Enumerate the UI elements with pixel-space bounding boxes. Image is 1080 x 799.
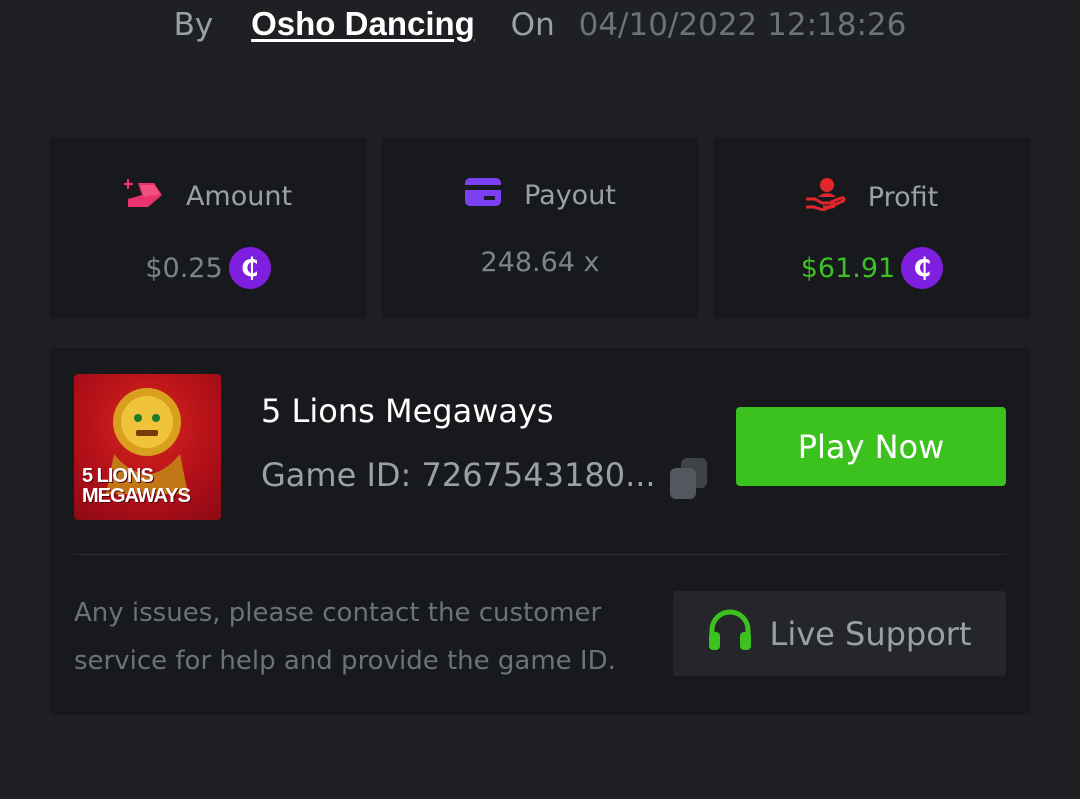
bet-datetime: 04/10/2022 12:18:26 bbox=[578, 7, 907, 43]
username-link[interactable]: Osho Dancing bbox=[251, 5, 475, 42]
profit-card: Profit $61.91 ₵ bbox=[713, 137, 1031, 319]
currency-coin-icon: ₵ bbox=[901, 247, 944, 289]
game-thumbnail[interactable]: 5 LIONS MEGAWAYS bbox=[74, 374, 221, 520]
thumbnail-title-line2: MEGAWAYS bbox=[82, 485, 191, 507]
bet-byline: By Osho Dancing On 04/10/2022 12:18:26 bbox=[0, 2, 1080, 47]
payout-value: 248.64 x bbox=[480, 247, 600, 278]
play-now-button[interactable]: Play Now bbox=[736, 407, 1006, 486]
thumbnail-title-line1: 5 LIONS bbox=[82, 465, 154, 487]
amount-label: Amount bbox=[185, 181, 293, 212]
live-support-label: Live Support bbox=[769, 614, 972, 653]
live-support-button[interactable]: Live Support bbox=[673, 591, 1006, 676]
game-title: 5 Lions Megaways bbox=[261, 392, 554, 430]
profit-value: $61.91 bbox=[800, 252, 896, 284]
game-panel: 5 LIONS MEGAWAYS 5 Lions Megaways Game I… bbox=[49, 348, 1031, 715]
copy-icon[interactable] bbox=[669, 458, 709, 500]
bet-detail-view: By Osho Dancing On 04/10/2022 12:18:26 A… bbox=[0, 0, 1080, 799]
hand-profit-icon bbox=[805, 177, 846, 218]
divider bbox=[74, 554, 1006, 555]
support-notice: Any issues, please contact the customer … bbox=[74, 598, 616, 676]
payout-label: Payout bbox=[524, 180, 616, 211]
headphones-icon bbox=[707, 608, 753, 660]
amount-value: $0.25 bbox=[145, 252, 223, 284]
currency-coin-icon: ₵ bbox=[228, 247, 271, 289]
on-label: On bbox=[510, 7, 555, 43]
game-id: Game ID: 7267543180... bbox=[261, 456, 656, 494]
amount-card: Amount $0.25 ₵ bbox=[49, 137, 367, 319]
profit-label: Profit bbox=[867, 182, 939, 213]
payout-card: Payout 248.64 x bbox=[381, 137, 699, 319]
by-label: By bbox=[173, 7, 214, 43]
card-icon bbox=[464, 177, 502, 214]
bet-amount-icon bbox=[122, 177, 164, 216]
